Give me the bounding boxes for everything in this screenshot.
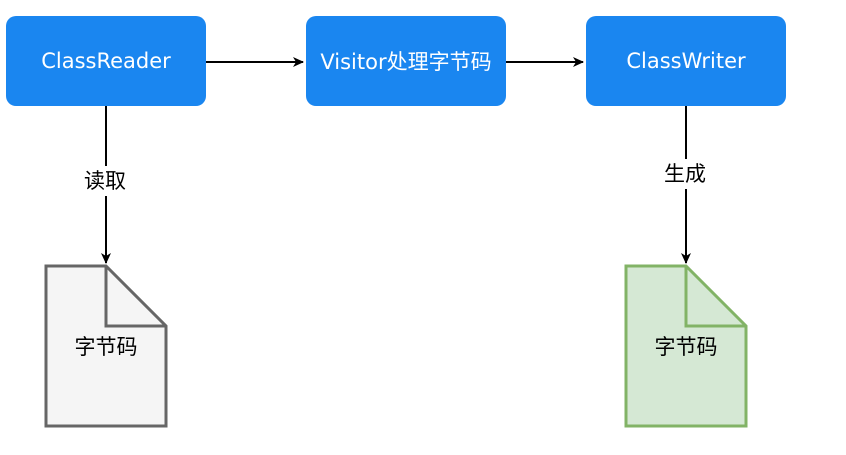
input-document-label: 字节码 [74, 335, 138, 359]
flow-diagram: ClassReader Visitor处理字节码 ClassWriter 读取 … [0, 0, 846, 455]
output-document-label: 字节码 [654, 335, 718, 359]
class-reader-node: ClassReader [6, 16, 206, 106]
generate-edge-label: 生成 [662, 159, 708, 189]
class-writer-node: ClassWriter [586, 16, 786, 106]
read-edge-label: 读取 [82, 166, 128, 196]
visitor-node: Visitor处理字节码 [306, 16, 506, 106]
